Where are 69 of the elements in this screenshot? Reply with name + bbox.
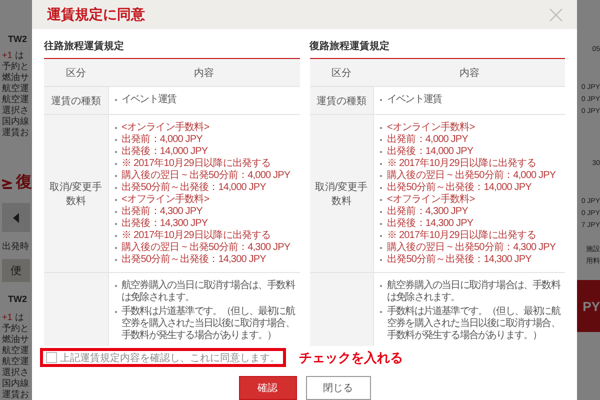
close-button[interactable]: 閉じる [306, 376, 370, 400]
fee-item: 出発後：14,300 JPY [380, 218, 563, 230]
fee-item: 出発前：4,300 JPY [114, 206, 298, 218]
total-price: PY [577, 280, 600, 332]
rule-item: 手数料は片道基準です。（但し、最初に航空券を購入された当日以後に取消す場合、手数料が発生する場合があります。） [380, 306, 563, 342]
fee-item: <オンライン手数料> [380, 122, 563, 134]
callout-text: チェックを入れる [299, 350, 403, 366]
rule-item: イベント運賃 [380, 94, 563, 106]
rule-item: 航空券購入の当日に取消す場合は、手数料は免除されます。 [114, 280, 298, 304]
note-text: 選択さ [2, 105, 30, 116]
fee-item: ※ 2017年10月29日以降に出発する [380, 230, 563, 242]
flight-tab[interactable]: 便 [2, 259, 30, 282]
column-header: 内容 [108, 59, 300, 86]
note-text: +1 は [2, 50, 25, 61]
category-cell: 運賃の種類 [44, 86, 108, 114]
category-cell: 取消/変更手数料 [44, 114, 108, 272]
note-text: 運賃お [2, 127, 30, 138]
checkbox[interactable] [46, 352, 57, 363]
fee-item: 出発前：4,300 JPY [380, 206, 563, 218]
fee-item: <オフライン手数料> [114, 194, 298, 206]
fee-item: 購入後の翌日 ~ 出発50分前：4,300 JPY [380, 242, 563, 254]
close-icon[interactable] [549, 8, 563, 22]
fee-item: 出発50分前～出発後：14,300 JPY [114, 254, 298, 266]
label-text: 出発時 [2, 240, 30, 254]
fee-item: <オフライン手数料> [380, 194, 563, 206]
note-text: 運賃お [2, 389, 30, 400]
dialog-title: 運賃規定に同意 [47, 6, 145, 24]
rule-item: 航空券購入の当日に取消す場合は、手数料は免除されます。 [380, 280, 563, 304]
fee-item: ※ 2017年10月29日以降に出発する [380, 158, 563, 170]
flight-number: TW2 [8, 294, 27, 304]
note-text: 予約と [2, 323, 30, 334]
previous-button[interactable] [2, 203, 30, 232]
note-text: 航空運 [2, 83, 30, 94]
note-text: 国内線 [2, 378, 30, 389]
note-text: 燃油サ [2, 72, 30, 83]
fee-item: 購入後の翌日 ~ 出発50分前：4,000 JPY [114, 170, 298, 182]
rule-item: イベント運賃 [114, 94, 298, 106]
flight-number: TW2 [8, 34, 27, 44]
fee-item: 購入後の翌日 ~ 出発50分前：4,300 JPY [114, 242, 298, 254]
note-text: 予約と [2, 61, 30, 72]
fee-item: 出発後：14,000 JPY [114, 146, 298, 158]
fee-item: 出発前：4,000 JPY [114, 134, 298, 146]
note-text: 航空運 [2, 345, 30, 356]
left-arrow-icon [13, 212, 19, 223]
fee-item: 出発前：4,000 JPY [380, 134, 563, 146]
note-text: 選択さ [2, 367, 30, 378]
agreement-label: 上記運賃規定内容を確認し、これに同意します。 [60, 352, 280, 364]
note-text: 航空運 [2, 356, 30, 367]
fee-item: 出発50分前～出発後：14,000 JPY [114, 182, 298, 194]
fee-item: ※ 2017年10月29日以降に出発する [114, 230, 298, 242]
fee-item: 購入後の翌日 ~ 出発50分前：4,000 JPY [380, 170, 563, 182]
fee-item: <オンライン手数料> [114, 122, 298, 134]
fee-item: ※ 2017年10月29日以降に出発する [114, 158, 298, 170]
note-text: 国内線 [2, 116, 30, 127]
column-header: 区分 [310, 59, 374, 86]
fee-item: 出発後：14,000 JPY [380, 146, 563, 158]
rule-item: 手数料は片道基準です。（但し、最初に航空券を購入された当日以後に取消す場合、手数料が発生する場合があります。） [114, 306, 298, 342]
section-heading: 復 [16, 172, 32, 193]
category-cell: 運賃の種類 [310, 86, 374, 114]
column-header: 内容 [374, 59, 565, 86]
note-text: 航空運 [2, 94, 30, 105]
fee-item: 出発50分前～出発後：14,300 JPY [380, 254, 563, 266]
fee-item: 出発50分前～出発後：14,000 JPY [380, 182, 563, 194]
note-text: +1 は [2, 312, 25, 323]
fee-item: 出発後：14,300 JPY [114, 218, 298, 230]
note-text: 燃油サ [2, 334, 30, 345]
category-cell: 取消/変更手数料 [310, 114, 374, 272]
confirm-button[interactable]: 確認 [238, 376, 296, 400]
column-header: 区分 [44, 59, 108, 86]
